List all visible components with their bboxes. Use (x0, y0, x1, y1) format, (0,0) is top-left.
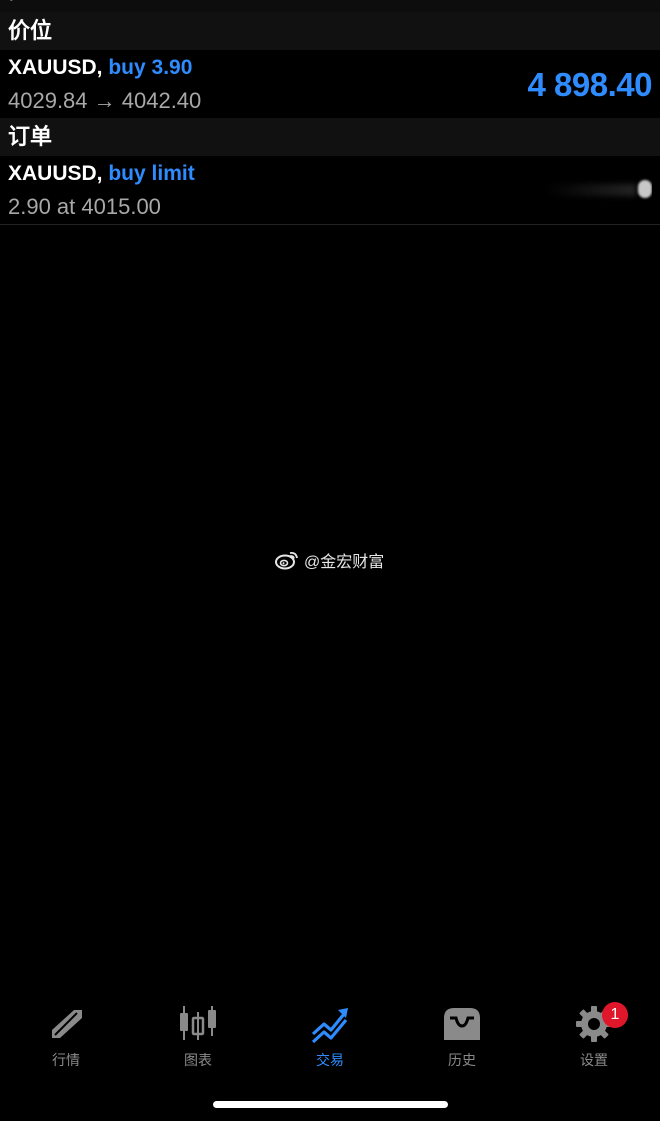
watermark-text: @金宏财富 (304, 554, 385, 571)
positions-header: 价位 (0, 12, 660, 50)
watermark: @金宏财富 (274, 548, 384, 572)
tab-bar: 行情 图表 交易 历史 1 设置 (0, 1000, 660, 1080)
tab-quotes-label: 行情 (52, 1052, 80, 1068)
tab-history[interactable]: 历史 (396, 1000, 528, 1080)
position-row[interactable]: XAUUSD, buy 3.90 4029.84 → 4042.40 4 898… (0, 50, 660, 116)
order-side: buy limit (108, 162, 195, 185)
position-side: buy 3.90 (108, 56, 193, 79)
list-divider (0, 224, 660, 225)
order-blurred-value (542, 176, 652, 204)
inbox-history-icon (444, 1008, 480, 1040)
tab-settings[interactable]: 1 设置 (528, 1000, 660, 1080)
order-title: XAUUSD, buy limit (8, 162, 195, 186)
order-row[interactable]: XAUUSD, buy limit 2.90 at 4015.00 (0, 156, 660, 224)
position-profit: 4 898.40 (527, 66, 653, 103)
tab-charts-label: 图表 (184, 1052, 212, 1068)
tab-charts[interactable]: 图表 (132, 1000, 264, 1080)
tab-settings-label: 设置 (580, 1052, 608, 1068)
settings-badge: 1 (602, 1002, 628, 1028)
tab-trade-label: 交易 (316, 1052, 344, 1068)
tab-quotes[interactable]: 行情 (0, 1000, 132, 1080)
position-title: XAUUSD, buy 3.90 (8, 56, 192, 80)
order-symbol: XAUUSD, (8, 162, 103, 185)
home-indicator[interactable] (213, 1101, 448, 1108)
tab-trade[interactable]: 交易 (264, 1000, 396, 1080)
trade-trend-icon (311, 1008, 348, 1044)
position-price-change: 4029.84 → 4042.40 (8, 88, 202, 113)
weibo-icon (275, 551, 298, 570)
order-details: 2.90 at 4015.00 (8, 194, 161, 219)
clipped-top-row: · (0, 0, 660, 12)
candlestick-icon (180, 1006, 216, 1040)
position-symbol: XAUUSD, (8, 56, 103, 79)
orders-header: 订单 (0, 118, 660, 156)
quotes-arrow-icon (52, 1010, 82, 1038)
tab-history-label: 历史 (448, 1052, 476, 1068)
